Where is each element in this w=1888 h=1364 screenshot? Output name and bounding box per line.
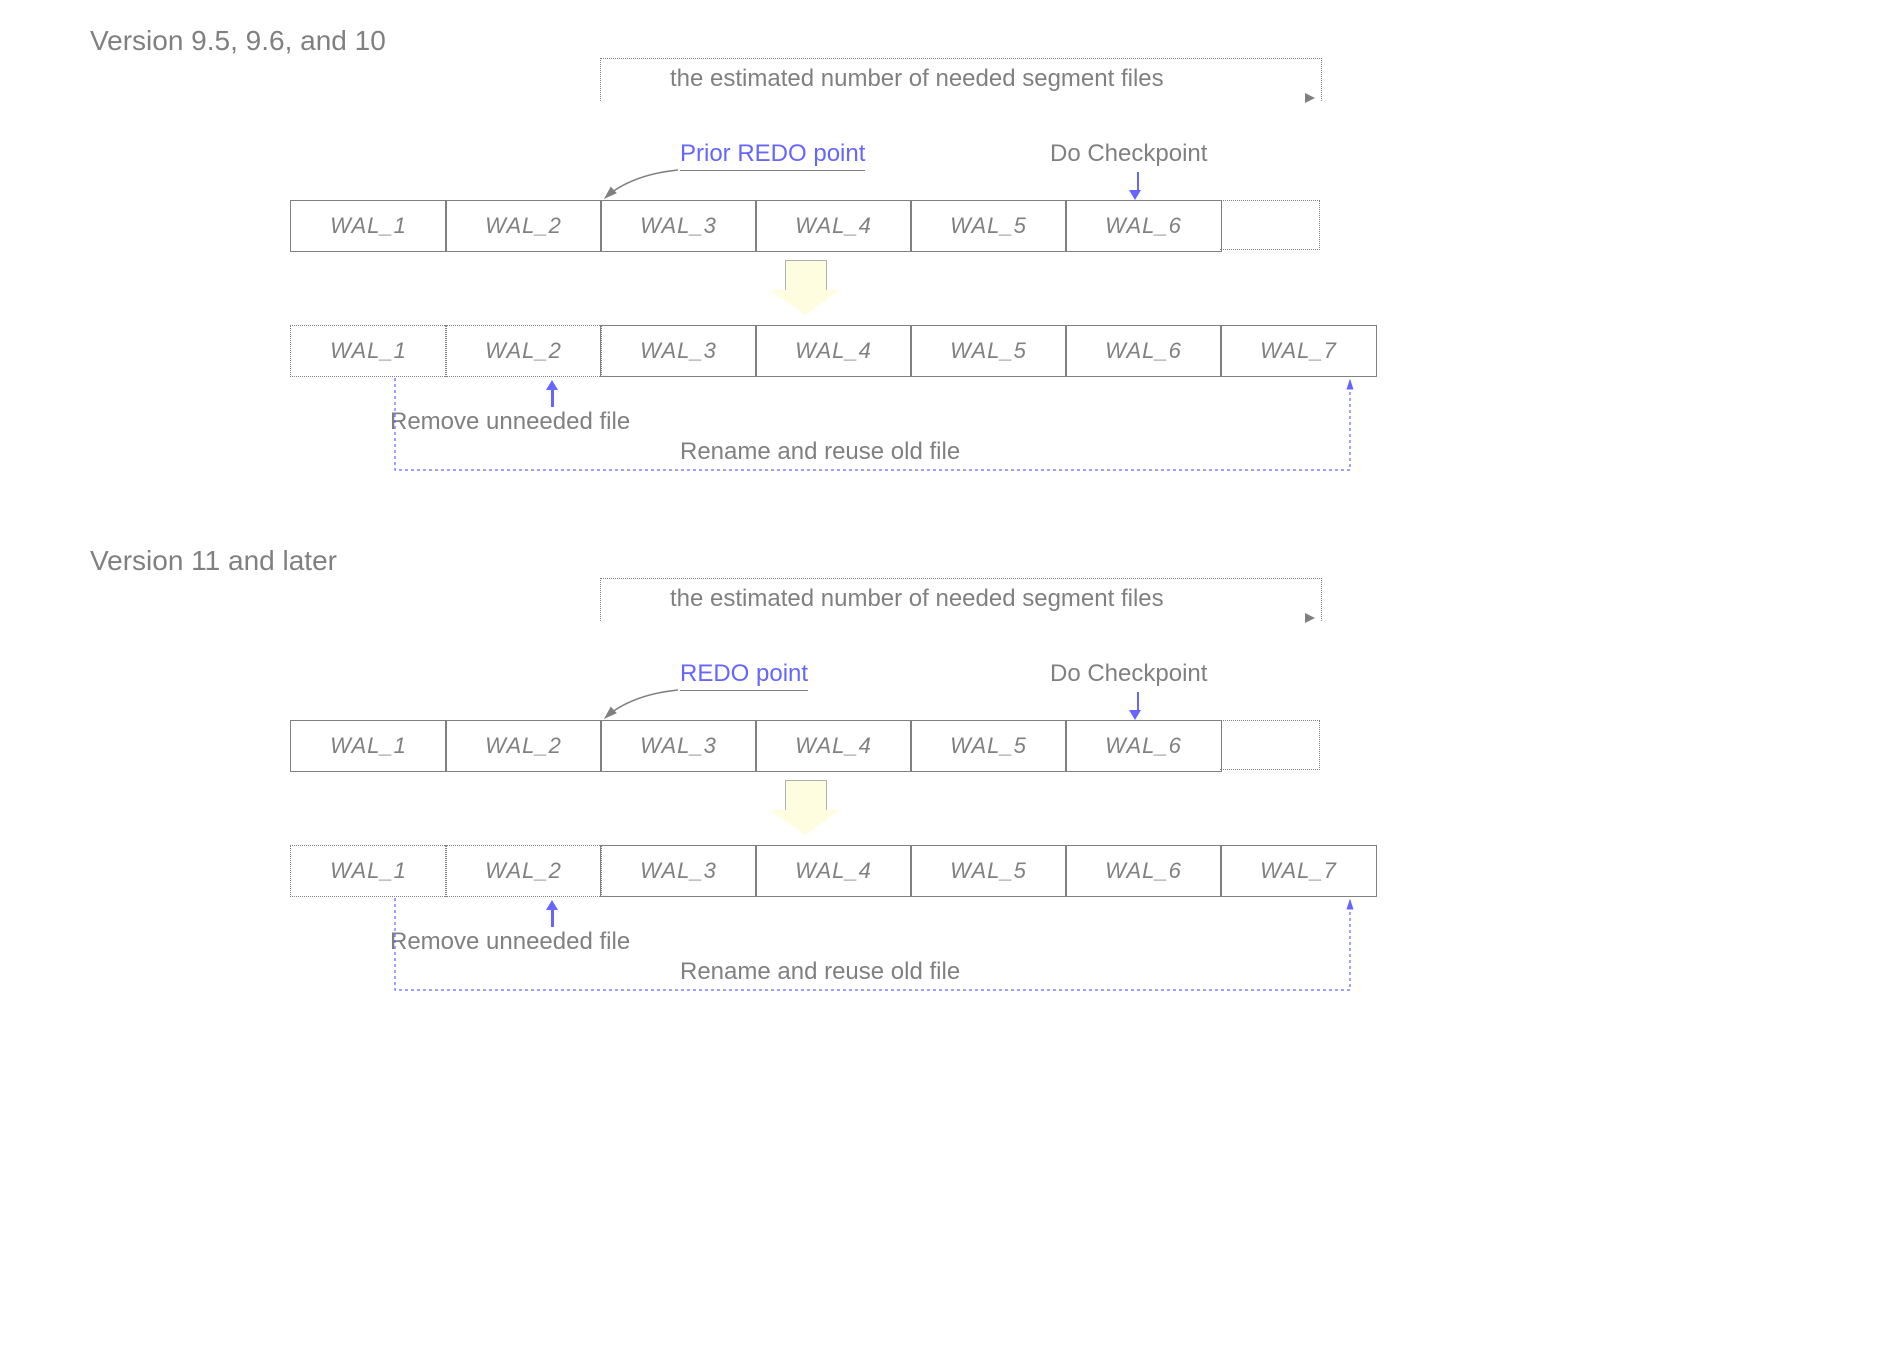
seg-bot3: WAL_3: [600, 325, 757, 377]
seg-bot4: WAL_4: [755, 325, 912, 377]
section2-checkpoint-arrow: [1134, 692, 1141, 720]
section1-top-extension: [1220, 200, 1320, 250]
seg2-top5: WAL_5: [910, 720, 1067, 772]
section2-checkpoint-label: Do Checkpoint: [1050, 660, 1207, 688]
section1-checkpoint-arrow: [1134, 172, 1141, 200]
seg2-bot1: WAL_1: [290, 845, 447, 897]
section2-redo-label: REDO point: [680, 660, 808, 691]
section2-estimated-box: [600, 578, 1322, 621]
seg2-top3: WAL_3: [600, 720, 757, 772]
section1-checkpoint-label: Do Checkpoint: [1050, 140, 1207, 168]
section1-estimated-box: [600, 58, 1322, 101]
section2-remove-arrow: [551, 900, 558, 927]
seg2-top4: WAL_4: [755, 720, 912, 772]
section1-estimated-arrow: [1305, 93, 1315, 103]
seg-bot6: WAL_6: [1065, 325, 1222, 377]
seg2-bot5: WAL_5: [910, 845, 1067, 897]
section2-reuse-label: Rename and reuse old file: [680, 958, 960, 986]
seg-top1: WAL_1: [290, 200, 447, 252]
seg2-top6: WAL_6: [1065, 720, 1222, 772]
seg2-bot3: WAL_3: [600, 845, 757, 897]
section2-top-extension: [1220, 720, 1320, 770]
seg-top2: WAL_2: [445, 200, 602, 252]
section1-remove-label: Remove unneeded file: [390, 408, 630, 436]
seg-top4: WAL_4: [755, 200, 912, 252]
seg2-top2: WAL_2: [445, 720, 602, 772]
seg-top5: WAL_5: [910, 200, 1067, 252]
seg2-bot6: WAL_6: [1065, 845, 1222, 897]
section2-estimated-arrow: [1305, 613, 1315, 623]
section2-title: Version 11 and later: [90, 545, 337, 577]
seg2-top1: WAL_1: [290, 720, 447, 772]
seg-top6: WAL_6: [1065, 200, 1222, 252]
section1-title: Version 9.5, 9.6, and 10: [90, 25, 386, 57]
section1-remove-arrow: [551, 380, 558, 407]
seg2-bot7: WAL_7: [1220, 845, 1377, 897]
section1-reuse-label: Rename and reuse old file: [680, 438, 960, 466]
section2-remove-label: Remove unneeded file: [390, 928, 630, 956]
seg-bot7: WAL_7: [1220, 325, 1377, 377]
seg-top3: WAL_3: [600, 200, 757, 252]
seg-bot1: WAL_1: [290, 325, 447, 377]
seg-bot2: WAL_2: [445, 325, 602, 377]
seg2-bot2: WAL_2: [445, 845, 602, 897]
section1-redo-label: Prior REDO point: [680, 140, 865, 171]
seg2-bot4: WAL_4: [755, 845, 912, 897]
seg-bot5: WAL_5: [910, 325, 1067, 377]
diagram: Version 9.5, 9.6, and 10 the estimated n…: [0, 0, 1888, 1364]
